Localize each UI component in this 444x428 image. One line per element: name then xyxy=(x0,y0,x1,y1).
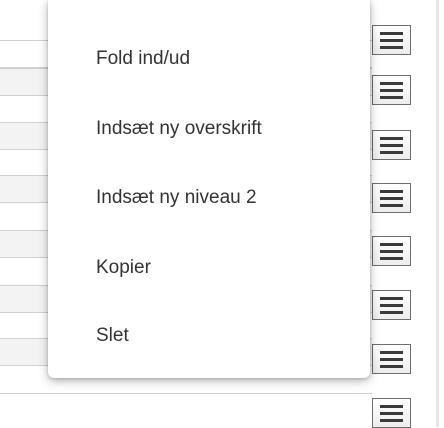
hamburger-icon xyxy=(380,350,403,368)
row-menu-button[interactable] xyxy=(372,290,411,320)
row-menu-button[interactable] xyxy=(372,236,411,266)
menu-item-copy[interactable]: Kopier xyxy=(96,257,151,279)
list-row xyxy=(0,393,372,407)
row-menu-button[interactable] xyxy=(372,344,411,374)
hamburger-icon xyxy=(380,31,403,49)
hamburger-icon xyxy=(380,189,403,207)
hamburger-icon xyxy=(380,242,403,260)
context-menu: Fold ind/ud Indsæt ny overskrift Indsæt … xyxy=(48,0,370,378)
menu-item-insert-heading[interactable]: Indsæt ny overskrift xyxy=(96,118,262,140)
row-menu-button[interactable] xyxy=(372,183,411,213)
row-menu-button[interactable] xyxy=(372,130,411,160)
hamburger-icon xyxy=(380,296,403,314)
row-menu-button[interactable] xyxy=(372,25,411,55)
row-menu-button[interactable] xyxy=(372,75,411,105)
menu-item-insert-level-2[interactable]: Indsæt ny niveau 2 xyxy=(96,187,257,209)
hamburger-icon xyxy=(380,136,403,154)
right-edge-strip xyxy=(436,0,439,427)
menu-item-delete[interactable]: Slet xyxy=(96,325,129,347)
menu-item-fold-toggle[interactable]: Fold ind/ud xyxy=(96,48,190,70)
hamburger-icon xyxy=(380,81,403,99)
row-menu-button[interactable] xyxy=(372,398,411,428)
hamburger-icon xyxy=(380,404,403,422)
